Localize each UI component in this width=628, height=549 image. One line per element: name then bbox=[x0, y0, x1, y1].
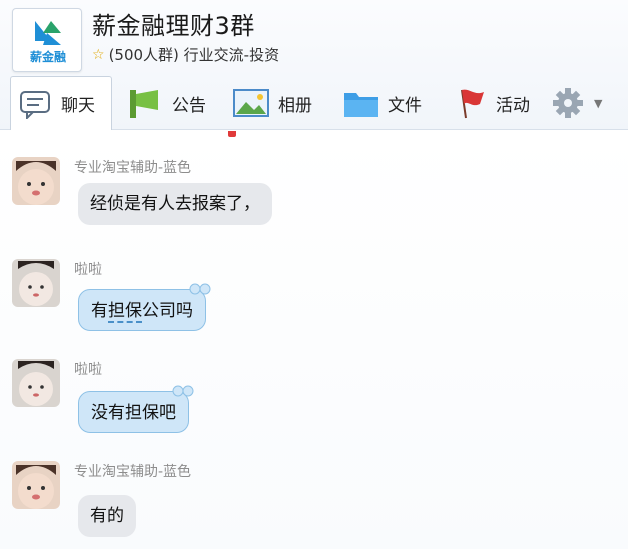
message-bubble: 有的 bbox=[78, 495, 136, 537]
message-text: 没有担保吧 bbox=[91, 403, 176, 423]
tab-activity-label: 活动 bbox=[496, 95, 530, 116]
tab-files-label: 文件 bbox=[388, 95, 422, 116]
folder-icon bbox=[344, 93, 378, 117]
chat-area[interactable]: 专业淘宝辅助-蓝色 经侦是有人去报案了， 啦啦 有担保公司吗 啦啦 没有担保吧 … bbox=[0, 131, 628, 549]
unread-marker bbox=[228, 131, 236, 137]
tab-chat-label: 聊天 bbox=[61, 96, 95, 116]
avatar[interactable] bbox=[12, 157, 60, 205]
avatar[interactable] bbox=[12, 259, 60, 307]
sender-name: 专业淘宝辅助-蓝色 bbox=[74, 160, 192, 176]
message-bubble: 经侦是有人去报案了， bbox=[78, 183, 272, 225]
flag-icon bbox=[461, 89, 484, 119]
message-text: 公司吗 bbox=[142, 301, 193, 321]
group-meta-text: (500人群) 行业交流-投资 bbox=[108, 46, 280, 64]
megaphone-icon bbox=[130, 90, 158, 118]
sender-name: 专业淘宝辅助-蓝色 bbox=[74, 464, 192, 480]
group-meta: ☆ (500人群) 行业交流-投资 bbox=[92, 44, 279, 65]
avatar[interactable] bbox=[12, 461, 60, 509]
tab-album[interactable]: 相册 bbox=[232, 76, 312, 130]
star-icon: ☆ bbox=[92, 46, 105, 63]
bubble-decoration-icon bbox=[189, 283, 211, 295]
group-toolbar: 聊天 公告 相册 文件 活动 ▼ bbox=[0, 76, 628, 130]
gear-icon bbox=[553, 88, 583, 118]
message-text: 有 bbox=[91, 301, 108, 321]
sender-name: 啦啦 bbox=[74, 362, 102, 378]
tab-notice[interactable]: 公告 bbox=[128, 76, 206, 130]
group-logo[interactable]: 薪金融 bbox=[12, 8, 82, 72]
message-bubble: 没有担保吧 bbox=[78, 385, 194, 433]
chat-bubble-icon bbox=[20, 90, 50, 119]
tab-notice-label: 公告 bbox=[172, 95, 206, 116]
tab-album-label: 相册 bbox=[278, 95, 312, 116]
settings-menu[interactable]: ▼ bbox=[550, 76, 602, 130]
group-header: 薪金融 薪金融理财3群 ☆ (500人群) 行业交流-投资 聊天 公告 相册 文… bbox=[0, 0, 628, 130]
photo-icon bbox=[233, 89, 269, 117]
logo-text: 薪金融 bbox=[30, 49, 66, 64]
chevron-down-icon: ▼ bbox=[594, 96, 603, 110]
message-text-underlined: 担保 bbox=[108, 301, 142, 323]
message-bubble: 有担保公司吗 bbox=[78, 283, 211, 331]
bubble-decoration-icon bbox=[172, 385, 194, 397]
sender-name: 啦啦 bbox=[74, 262, 102, 278]
tab-chat[interactable]: 聊天 bbox=[10, 76, 112, 130]
tab-files[interactable]: 文件 bbox=[342, 76, 422, 130]
tab-activity[interactable]: 活动 bbox=[454, 76, 530, 130]
group-title: 薪金融理财3群 bbox=[92, 12, 255, 40]
avatar[interactable] bbox=[12, 359, 60, 407]
